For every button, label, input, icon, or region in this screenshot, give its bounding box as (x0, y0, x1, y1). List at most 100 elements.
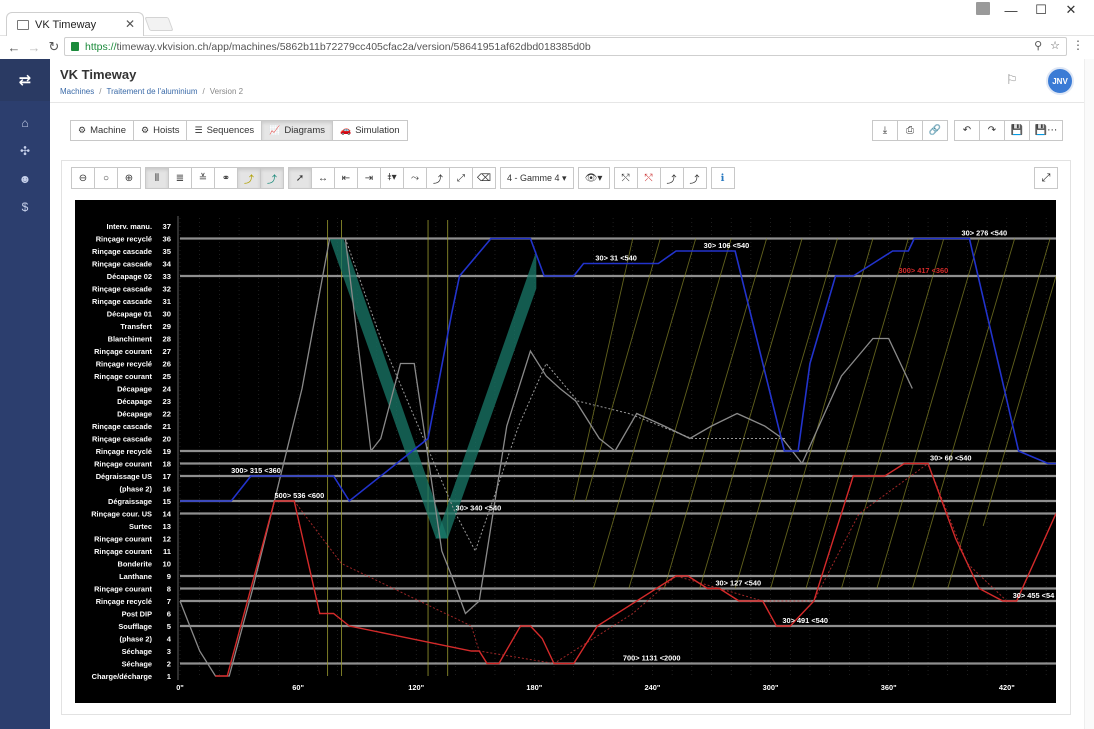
fullscreen-button[interactable]: ⤢ (1034, 167, 1058, 189)
tab-machine[interactable]: ⚙ Machine (70, 120, 134, 141)
timing-annotation: 30> 455 <54 (1013, 591, 1055, 600)
trace-option-3-button[interactable]: ⤴ (659, 167, 684, 189)
gantt-diagram[interactable]: Interv. manu. 37 Rinçage recyclé 36 Rinçage … (75, 200, 1056, 703)
link-hoists-toggle[interactable]: ⚭ (214, 167, 238, 189)
flag-icon[interactable]: ⚐ (1006, 72, 1018, 88)
trace-edit-button[interactable]: ⤳ (403, 167, 427, 189)
profile-icon[interactable] (976, 2, 990, 15)
position-label: Décapage 01 (107, 310, 152, 319)
page-scrollbar[interactable] (1084, 59, 1094, 729)
sidebar: ⇄ ⌂ ✣ ☻ $ (0, 59, 50, 729)
position-number: 29 (163, 322, 171, 331)
yellow-trace-toggle[interactable]: ⤴ (237, 167, 261, 189)
trace-option-1-button[interactable]: ⤲ (613, 167, 638, 189)
visibility-menu-button[interactable]: 👁▾ (577, 167, 610, 189)
zoom-reset-button[interactable]: ○ (94, 167, 118, 189)
swap-arrows-icon[interactable]: ⇄ (0, 59, 50, 101)
save-more-button[interactable]: 💾⋯ (1029, 120, 1063, 141)
select-tool-button[interactable]: ➚ (288, 167, 312, 189)
maximize-icon[interactable]: ☐ (1026, 2, 1056, 18)
tab-hoists[interactable]: ⚙ Hoists (133, 120, 188, 141)
avatar[interactable]: JNV (1046, 67, 1074, 95)
position-label: Rinçage courant (94, 535, 152, 544)
teal-trace-toggle[interactable]: ⤴ (260, 167, 284, 189)
hoist-trace-grey (179, 237, 913, 677)
save-button[interactable]: 💾 (1004, 120, 1030, 141)
zoom-out-button[interactable]: ⊖ (71, 167, 95, 189)
position-number: 14 (163, 510, 172, 519)
timing-annotation: 30> 60 <540 (930, 454, 972, 463)
x-tick-label: 240" (645, 683, 661, 692)
undo-button[interactable]: ↶ (954, 120, 980, 141)
align-right-button[interactable]: ⇥ (357, 167, 381, 189)
page-title: VK Timeway (60, 67, 137, 82)
breadcrumb-machine[interactable]: Traitement de l'aluminium (106, 87, 197, 96)
eraser-button[interactable]: ⌫ (472, 167, 496, 189)
car-icon: 🚗 (339, 125, 352, 135)
hoist-trace-red-dashed (293, 462, 1008, 665)
position-number: 37 (163, 222, 171, 231)
link-button[interactable]: 🔗 (922, 120, 948, 141)
position-number: 24 (163, 385, 172, 394)
trace-point-button[interactable]: ⤢ (449, 167, 473, 189)
position-label: (phase 2) (120, 485, 153, 494)
tab-diagrams[interactable]: 📈 Diagrams (261, 120, 333, 141)
browser-tab[interactable]: VK Timeway ✕ (6, 12, 144, 36)
close-window-icon[interactable]: ✕ (1056, 2, 1086, 18)
cubes-icon[interactable]: ✣ (0, 137, 50, 165)
position-number: 19 (163, 447, 171, 456)
position-number: 9 (167, 572, 171, 581)
window-controls: — ☐ ✕ (996, 2, 1086, 18)
hoist-menu-button[interactable]: ⯒▾ (380, 167, 404, 189)
redo-button[interactable]: ↷ (979, 120, 1005, 141)
move-horizontal-button[interactable]: ↔ (311, 167, 335, 189)
new-tab-button[interactable] (144, 17, 174, 31)
dollar-icon[interactable]: $ (0, 193, 50, 221)
key-icon[interactable]: ⚲ (1034, 39, 1042, 52)
gamme-select[interactable]: 4 - Gamme 4 ▾ (500, 167, 574, 189)
timing-annotation: 30> 276 <540 (962, 229, 1008, 238)
close-tab-icon[interactable]: ✕ (125, 17, 135, 31)
position-number: 3 (167, 647, 171, 656)
trace-option-4-button[interactable]: ⤴ (682, 167, 707, 189)
info-icon[interactable]: ℹ (710, 167, 735, 189)
trace-remove-button[interactable]: ⤲ (636, 167, 661, 189)
reload-icon[interactable]: ↻ (44, 39, 64, 55)
forward-icon[interactable]: → (24, 40, 44, 55)
position-number: 13 (163, 522, 171, 531)
sort-toggle[interactable]: ≚ (191, 167, 215, 189)
back-icon[interactable]: ← (4, 40, 24, 55)
breadcrumb-machines[interactable]: Machines (60, 87, 94, 96)
position-number: 34 (163, 260, 172, 269)
position-label: Rinçage cascade (92, 260, 152, 269)
vertical-grid-toggle[interactable]: ⦀ (145, 167, 169, 189)
position-number: 12 (163, 535, 171, 544)
url-input[interactable]: https://timeway.vkvision.ch/app/machines… (64, 37, 1067, 56)
users-icon[interactable]: ☻ (0, 165, 50, 193)
align-left-button[interactable]: ⇤ (334, 167, 358, 189)
tab-sequences[interactable]: ☰ Sequences (186, 120, 263, 141)
position-number: 20 (163, 435, 171, 444)
zoom-in-button[interactable]: ⊕ (117, 167, 141, 189)
x-tick-label: 120" (408, 683, 424, 692)
position-label: Blanchiment (108, 335, 153, 344)
breadcrumb-version: Version 2 (209, 87, 244, 96)
tab-simulation[interactable]: 🚗 Simulation (331, 120, 408, 141)
bookmark-star-icon[interactable]: ☆ (1050, 39, 1060, 52)
position-number: 7 (167, 597, 171, 606)
hoist-trace-grey-dashed (344, 238, 787, 553)
print-button[interactable]: ⎙ (897, 120, 923, 141)
home-icon[interactable]: ⌂ (0, 109, 50, 137)
app-header: VK Timeway Machines / Traitement de l'alu… (50, 59, 1094, 103)
minimize-icon[interactable]: — (996, 3, 1026, 18)
download-button[interactable]: ⤓ (872, 120, 898, 141)
timing-annotation: 500> 536 <600 (274, 491, 324, 500)
timing-annotation: 300> 315 <360 (231, 466, 281, 475)
browser-menu-icon[interactable]: ⋮ (1072, 38, 1084, 52)
position-number: 16 (163, 485, 171, 494)
trace-add-button[interactable]: ⤴ (426, 167, 450, 189)
diagram-toolbar: ⊖ ○ ⊕ ⦀ ≣ ≚ ⚭ ⤴ ⤴ ➚ ↔ ⇤ ⇥ ⯒▾ ⤳ ⤴ ⤢ ⌫ 4 -… (71, 167, 735, 189)
position-label: Surtec (129, 522, 152, 531)
horizontal-grid-toggle[interactable]: ≣ (168, 167, 192, 189)
position-number: 22 (163, 410, 171, 419)
